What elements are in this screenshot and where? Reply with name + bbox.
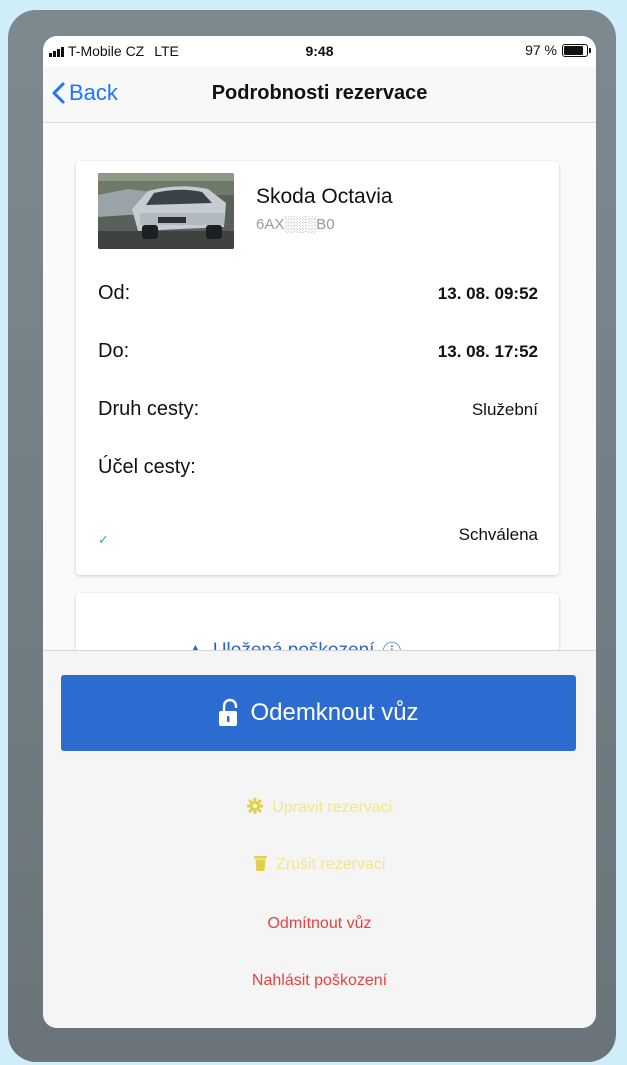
cancel-reservation-label: Zrušit rezervaci [276, 856, 386, 873]
damage-card: ▲ Uložená poškození ⓘ [76, 593, 559, 650]
detail-row-trip-type: Druh cesty: Služební [98, 398, 538, 422]
reservation-card: Skoda Octavia 6AX░░░B0 Od: 13. 08. 09:52… [76, 161, 559, 575]
detail-row-trip-purpose: Účel cesty: [98, 456, 538, 480]
detail-label: Do: [98, 340, 130, 362]
clock: 9:48 [305, 43, 334, 59]
battery-icon [562, 43, 591, 57]
detail-row-to: Do: 13. 08. 17:52 [98, 340, 538, 364]
unlock-car-button[interactable]: Odemknout vůz [61, 675, 576, 751]
unlock-car-label: Odemknout vůz [250, 699, 419, 726]
saved-damages-label: Uložená poškození [212, 639, 375, 651]
detail-label: Druh cesty: [98, 398, 200, 420]
edit-reservation-button[interactable]: Upravit rezervaci [43, 798, 596, 817]
trash-icon [253, 856, 267, 871]
status-bar: T-Mobile CZ LTE 9:48 97 % [43, 36, 596, 66]
info-icon: ⓘ [382, 637, 401, 650]
reservation-status: Schválena [458, 525, 538, 544]
detail-value: 13. 08. 17:52 [437, 342, 538, 361]
action-sheet: Odemknout vůz Upravit rezervaci Zrušit r… [43, 650, 596, 1028]
reject-car-button[interactable]: Odmítnout vůz [43, 915, 596, 933]
edit-reservation-label: Upravit rezervaci [272, 799, 393, 816]
license-plate: 6AX░░░B0 [256, 216, 335, 233]
detail-label: Od: [98, 282, 131, 304]
car-photo [98, 173, 234, 249]
navigation-bar: Back Podrobnosti rezervace [43, 66, 596, 123]
report-damage-button[interactable]: Nahlásit poškození [43, 972, 596, 990]
reservation-details[interactable]: Skoda Octavia 6AX░░░B0 Od: 13. 08. 09:52… [43, 123, 596, 650]
check-icon: ✓ [98, 532, 109, 547]
detail-row-from: Od: 13. 08. 09:52 [98, 282, 538, 306]
reject-car-label: Odmítnout vůz [267, 915, 372, 932]
gear-icon [246, 798, 263, 814]
report-damage-label: Nahlásit poškození [251, 972, 388, 989]
battery-percent: 97 % [525, 42, 557, 58]
battery-fill [564, 45, 584, 55]
car-name: Skoda Octavia [256, 185, 393, 208]
page-title: Podrobnosti rezervace [211, 82, 428, 104]
warning-icon: ▲ [186, 639, 205, 651]
saved-damages-link[interactable]: ▲ Uložená poškození ⓘ [186, 637, 401, 651]
phone-screen: T-Mobile CZ LTE 9:48 97 % Back Podrobnos… [43, 36, 596, 1028]
battery-status: 97 % [525, 42, 591, 58]
detail-label: Účel cesty: [98, 456, 196, 478]
detail-value: 13. 08. 09:52 [437, 284, 538, 303]
detail-value: Služební [471, 400, 538, 419]
unlock-icon [219, 698, 238, 726]
cancel-reservation-button[interactable]: Zrušit rezervaci [43, 855, 596, 874]
